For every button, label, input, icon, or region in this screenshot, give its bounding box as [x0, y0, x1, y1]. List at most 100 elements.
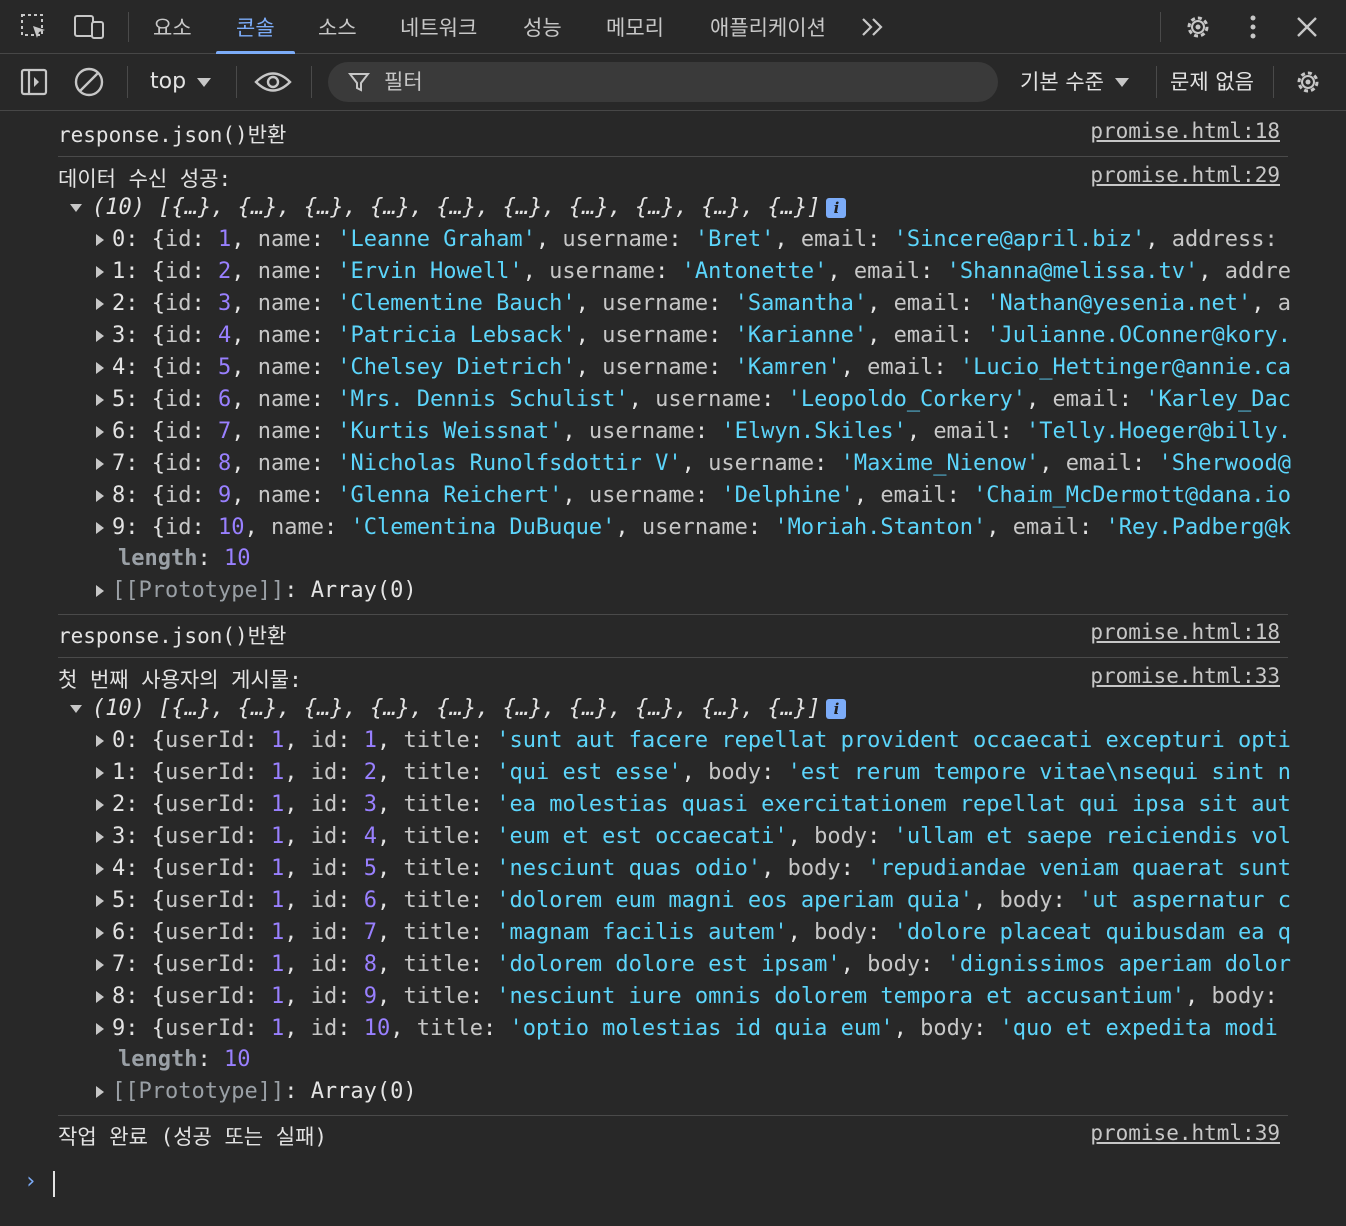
key: id [165, 291, 192, 316]
expand-triangle-icon[interactable] [96, 330, 104, 342]
post-row[interactable]: 8: {userId: 1, id: 9, title: 'nesciunt i… [96, 981, 1292, 1013]
settings-gear-icon[interactable] [1181, 10, 1215, 44]
user-row[interactable]: 4: {id: 5, name: 'Chelsey Dietrich', use… [96, 352, 1292, 384]
expand-triangle-icon[interactable] [96, 767, 104, 779]
filter-input[interactable] [382, 69, 946, 95]
source-link[interactable]: promise.html:29 [1090, 163, 1280, 187]
key: id [310, 984, 338, 1009]
punct: : [310, 483, 338, 508]
source-link[interactable]: promise.html:18 [1090, 119, 1280, 143]
post-row[interactable]: 1: {userId: 1, id: 2, title: 'qui est es… [96, 757, 1292, 789]
post-row[interactable]: 2: {userId: 1, id: 3, title: 'ea molesti… [96, 789, 1292, 821]
post-row[interactable]: 4: {userId: 1, id: 5, title: 'nesciunt q… [96, 853, 1292, 885]
post-row[interactable]: 6: {userId: 1, id: 7, title: 'magnam fac… [96, 917, 1292, 949]
tab-memory[interactable]: 메모리 [604, 0, 666, 54]
post-row[interactable]: 7: {userId: 1, id: 8, title: 'dolorem do… [96, 949, 1292, 981]
source-link[interactable]: promise.html:18 [1090, 620, 1280, 644]
expand-triangle-icon[interactable] [96, 735, 104, 747]
punct: : [469, 952, 497, 977]
user-row[interactable]: 6: {id: 7, name: 'Kurtis Weissnat', user… [96, 416, 1292, 448]
expand-triangle-icon[interactable] [96, 394, 104, 406]
expand-triangle-icon[interactable] [96, 895, 104, 907]
array-prototype[interactable]: [[Prototype]]: Array(0) [96, 575, 1292, 607]
expand-triangle-icon[interactable] [96, 959, 104, 971]
context-selector[interactable]: top [150, 64, 212, 100]
expand-triangle-icon[interactable] [96, 522, 104, 534]
tab-network[interactable]: 네트워크 [398, 0, 479, 54]
inspect-element-icon[interactable] [17, 10, 51, 44]
punct: , [575, 291, 603, 316]
info-icon[interactable]: i [826, 699, 847, 719]
expand-triangle-icon[interactable] [96, 799, 104, 811]
source-link[interactable]: promise.html:33 [1090, 664, 1280, 688]
post-row[interactable]: 9: {userId: 1, id: 10, title: 'optio mol… [96, 1013, 1292, 1045]
sidebar-toggle-icon[interactable] [15, 64, 53, 100]
post-row[interactable]: 3: {userId: 1, id: 4, title: 'eum et est… [96, 821, 1292, 853]
tab-elements[interactable]: 요소 [151, 0, 194, 54]
punct: : { [125, 728, 165, 753]
console-settings-gear-icon[interactable] [1289, 64, 1327, 100]
punct: : [708, 323, 735, 348]
row-index: 1 [112, 760, 126, 785]
filter-box[interactable] [328, 62, 998, 102]
punct: : [840, 856, 868, 881]
issues-counter[interactable]: 문제 없음 [1170, 64, 1254, 100]
expand-triangle-icon[interactable] [96, 490, 104, 502]
expand-triangle-icon[interactable] [96, 863, 104, 875]
user-row[interactable]: 8: {id: 9, name: 'Glenna Reichert', user… [96, 480, 1292, 512]
user-row[interactable]: 3: {id: 4, name: 'Patricia Lebsack', use… [96, 320, 1292, 352]
post-user-id: 1 [270, 984, 285, 1009]
expand-triangle-icon[interactable] [96, 1086, 104, 1098]
user-row[interactable]: 1: {id: 2, name: 'Ervin Howell', usernam… [96, 256, 1292, 288]
expand-triangle-icon[interactable] [96, 426, 104, 438]
expand-triangle-icon[interactable] [96, 585, 104, 597]
more-tabs-icon[interactable] [856, 10, 890, 44]
punct: : { [125, 355, 165, 380]
user-row[interactable]: 7: {id: 8, name: 'Nicholas Runolfsdottir… [96, 448, 1292, 480]
divider [58, 614, 1288, 615]
expand-triangle-icon[interactable] [96, 1023, 104, 1035]
expand-triangle-icon[interactable] [96, 362, 104, 374]
log-levels-dropdown[interactable]: 기본 수준 [1020, 64, 1130, 100]
tab-sources[interactable]: 소스 [316, 0, 359, 54]
expand-triangle-icon[interactable] [96, 991, 104, 1003]
post-user-id: 1 [270, 792, 285, 817]
post-user-id: 1 [270, 728, 285, 753]
expand-triangle-icon[interactable] [96, 234, 104, 246]
user-row[interactable]: 2: {id: 3, name: 'Clementine Bauch', use… [96, 288, 1292, 320]
post-user-id: 1 [270, 920, 285, 945]
array-summary-users[interactable]: (10) [{…}, {…}, {…}, {…}, {…}, {…}, {…},… [70, 192, 1292, 224]
close-icon[interactable] [1290, 10, 1324, 44]
user-row[interactable]: 9: {id: 10, name: 'Clementina DuBuque', … [96, 512, 1292, 544]
live-expression-eye-icon[interactable] [254, 64, 292, 100]
expand-triangle-icon[interactable] [96, 298, 104, 310]
source-link[interactable]: promise.html:39 [1090, 1121, 1280, 1145]
punct: : [244, 792, 271, 817]
expand-triangle-icon[interactable] [96, 266, 104, 278]
array-summary-posts[interactable]: (10) [{…}, {…}, {…}, {…}, {…}, {…}, {…},… [70, 693, 1292, 725]
device-toolbar-icon[interactable] [72, 10, 106, 44]
array-prototype[interactable]: [[Prototype]]: Array(0) [96, 1076, 1292, 1108]
tab-performance[interactable]: 성능 [521, 0, 564, 54]
collapse-triangle-icon[interactable] [70, 204, 82, 212]
expand-triangle-icon[interactable] [96, 458, 104, 470]
post-user-id: 1 [270, 760, 285, 785]
punct: : [694, 419, 722, 444]
post-row[interactable]: 0: {userId: 1, id: 1, title: 'sunt aut f… [96, 725, 1292, 757]
collapse-triangle-icon[interactable] [70, 705, 82, 713]
punct: , [867, 291, 894, 316]
tab-application[interactable]: 애플리케이션 [708, 0, 828, 54]
expand-triangle-icon[interactable] [96, 927, 104, 939]
expand-triangle-icon[interactable] [96, 831, 104, 843]
post-row[interactable]: 5: {userId: 1, id: 6, title: 'dolorem eu… [96, 885, 1292, 917]
tab-console[interactable]: 콘솔 [216, 0, 295, 54]
console-input[interactable] [53, 1171, 55, 1197]
punct: : { [125, 515, 165, 540]
info-icon[interactable]: i [826, 198, 847, 218]
clear-console-icon[interactable] [70, 64, 108, 100]
more-options-icon[interactable] [1236, 10, 1270, 44]
punct: : [469, 888, 497, 913]
user-row[interactable]: 0: {id: 1, name: 'Leanne Graham', userna… [96, 224, 1292, 256]
punct: : [973, 1016, 1000, 1041]
user-row[interactable]: 5: {id: 6, name: 'Mrs. Dennis Schulist',… [96, 384, 1292, 416]
